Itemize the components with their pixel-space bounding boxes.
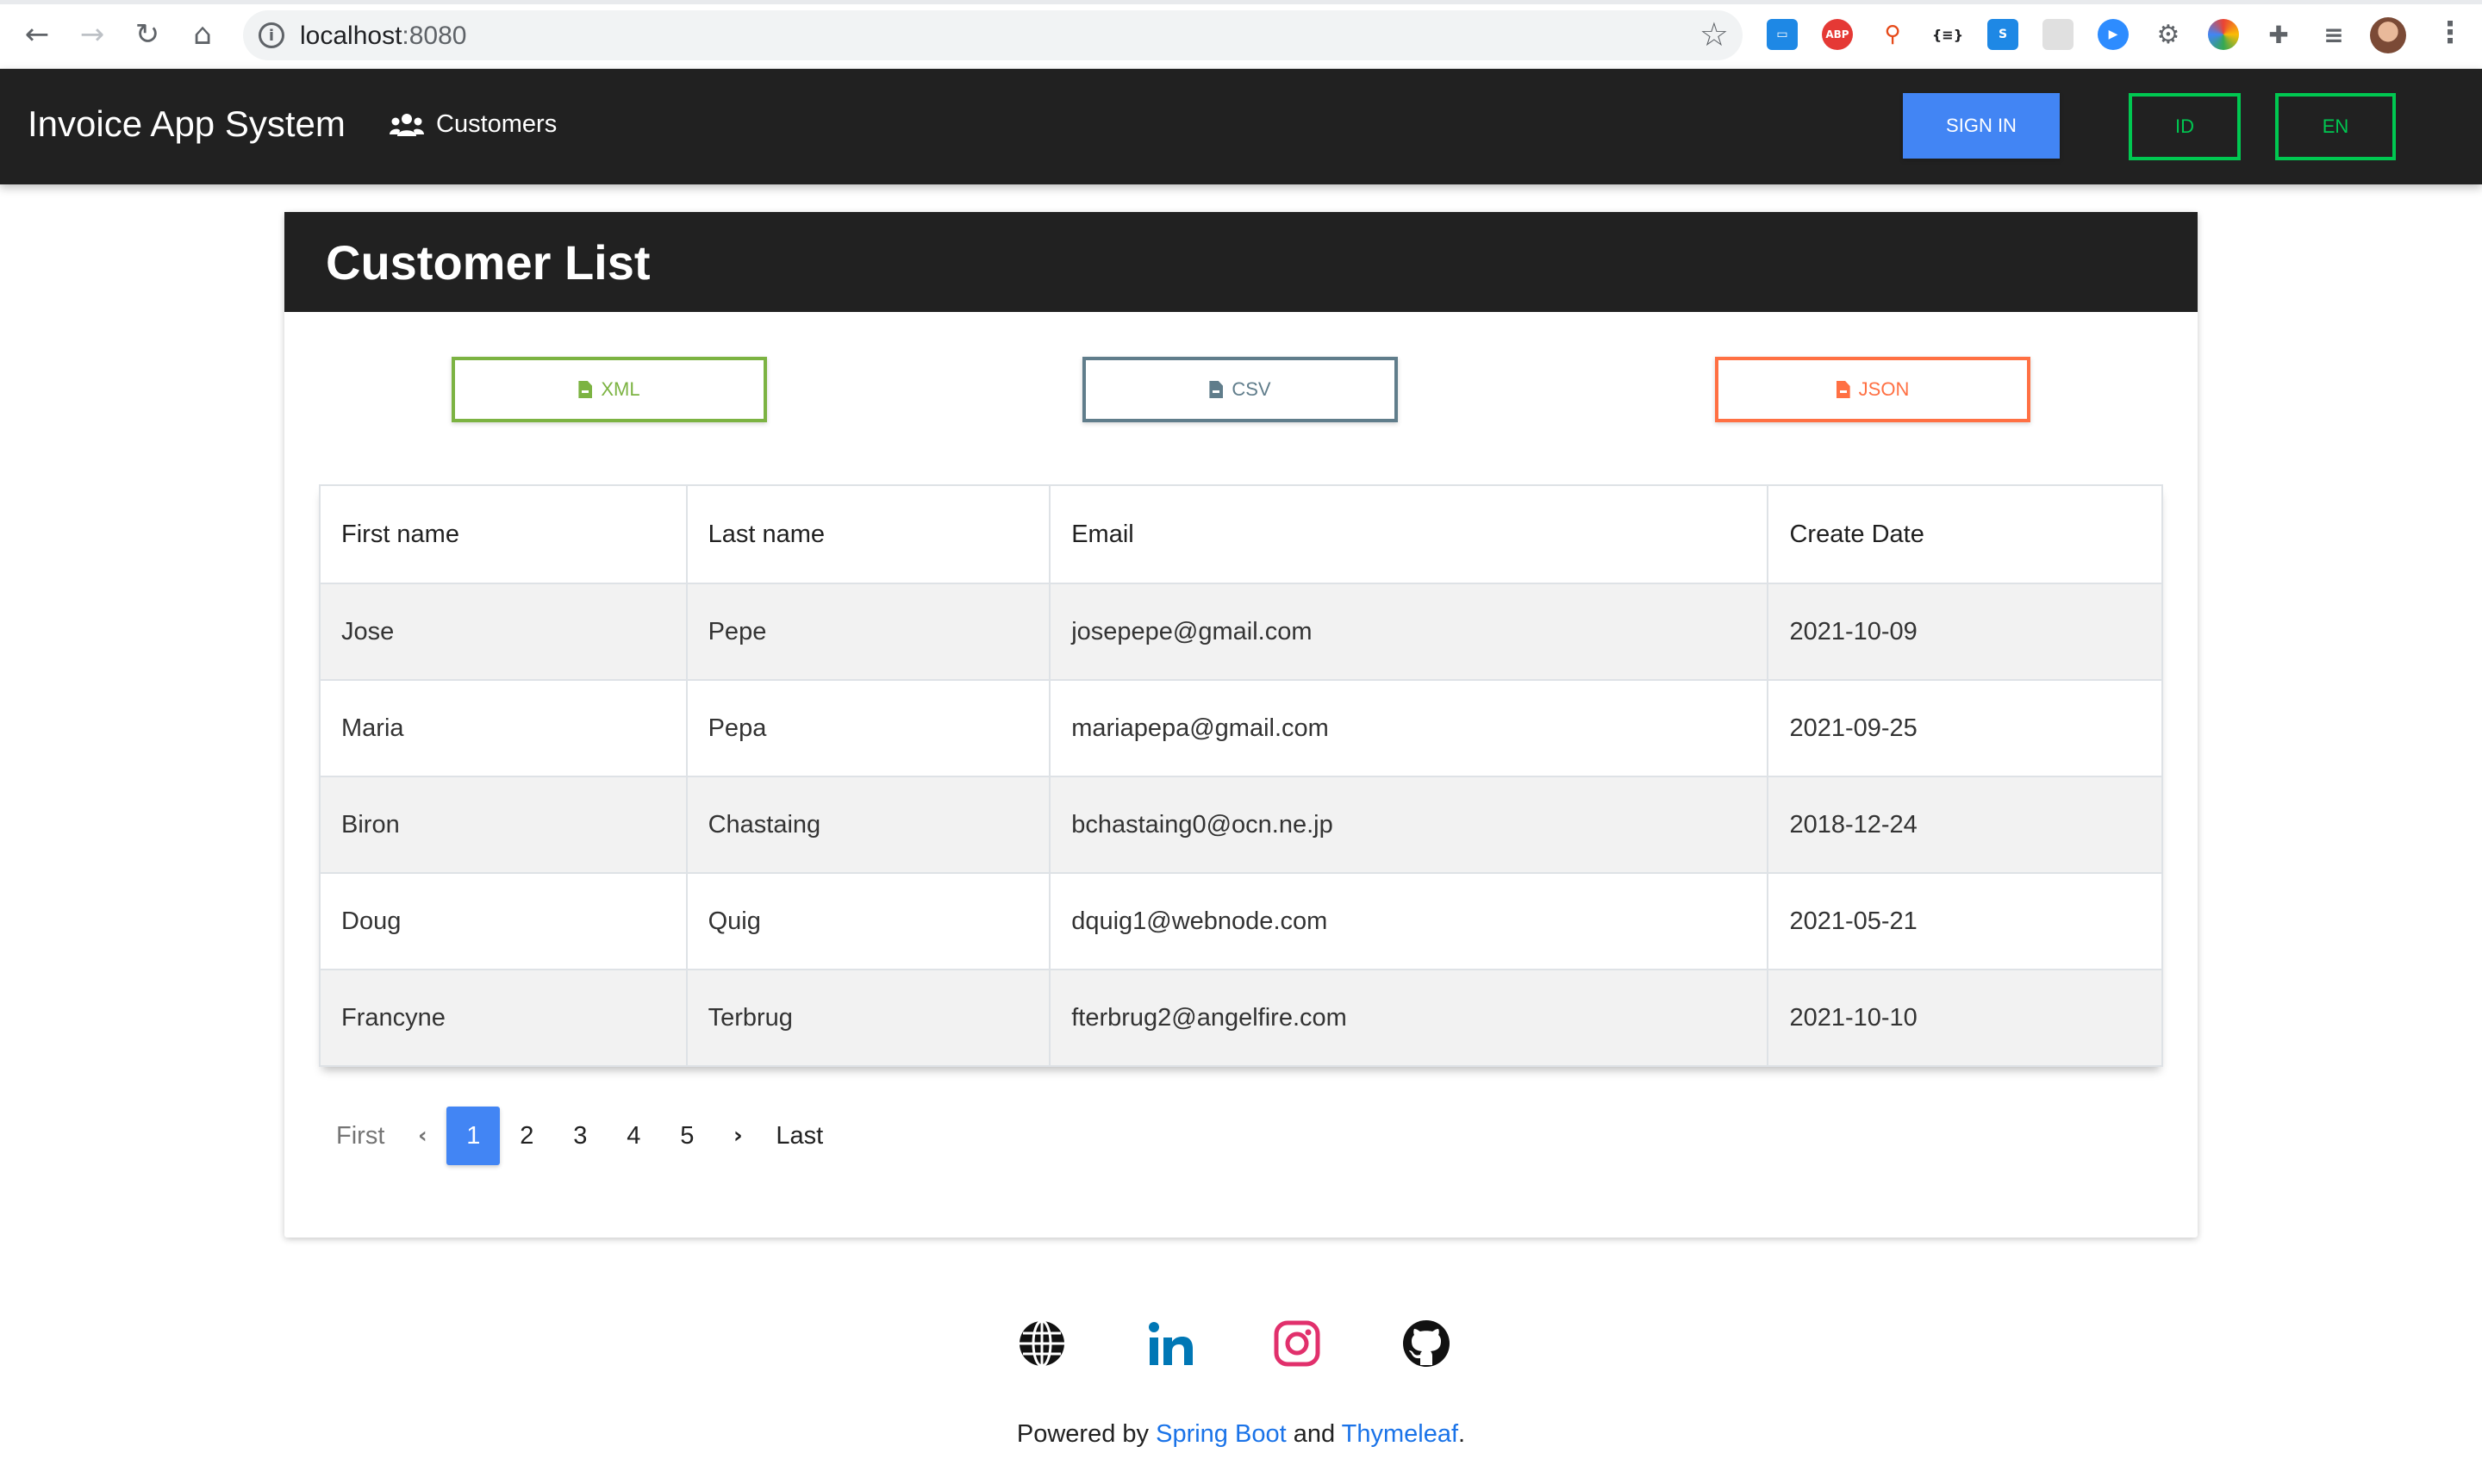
- grey-extension-icon[interactable]: [2042, 19, 2074, 50]
- cell-last-name: Pepa: [685, 679, 1051, 777]
- table-row: Jose Pepe josepepe@gmail.com 2021-10-09: [319, 583, 2163, 681]
- github-icon[interactable]: [1401, 1319, 1451, 1369]
- zoom-extension-icon[interactable]: ▶: [2098, 19, 2129, 50]
- cell-create-date: 2018-12-24: [1767, 776, 2163, 874]
- gear-extension-icon[interactable]: ⚙: [2153, 19, 2184, 50]
- cell-first-name: Francyne: [319, 969, 688, 1067]
- column-header-create-date[interactable]: Create Date: [1767, 484, 2163, 584]
- table-row: Francyne Terbrug fterbrug2@angelfire.com…: [319, 969, 2163, 1067]
- extension-screen-icon[interactable]: ▭: [1767, 19, 1798, 50]
- browser-toolbar: ← → ↻ ⌂ i localhost:8080 ☆ ▭ ABP ⚲ {≡} S…: [0, 0, 2482, 69]
- cell-first-name: Doug: [319, 872, 688, 970]
- media-control-icon[interactable]: ≡: [2318, 19, 2349, 50]
- export-csv-label: CSV: [1232, 378, 1271, 400]
- file-json-icon: [1837, 381, 1850, 398]
- customers-table: First name Last name Email Create Date J…: [319, 484, 2163, 1067]
- s-extension-icon[interactable]: S: [1987, 19, 2018, 50]
- tab-strip-edge: [0, 0, 2482, 4]
- address-bar[interactable]: i localhost:8080 ☆: [243, 10, 1743, 60]
- footer-powered-by: Powered by: [1016, 1420, 1150, 1448]
- export-csv-button[interactable]: CSV: [1082, 357, 1398, 422]
- cell-last-name: Chastaing: [685, 776, 1051, 874]
- table-header-row: First name Last name Email Create Date: [319, 484, 2163, 584]
- export-json-button[interactable]: JSON: [1715, 357, 2030, 422]
- cell-first-name: Biron: [319, 776, 688, 874]
- table-row: Maria Pepa mariapepa@gmail.com 2021-09-2…: [319, 679, 2163, 777]
- page-4-button[interactable]: 4: [607, 1107, 660, 1165]
- export-xml-label: XML: [601, 378, 640, 400]
- nav-customers-label: Customers: [436, 110, 558, 138]
- back-icon[interactable]: ←: [17, 15, 57, 54]
- pagination-last[interactable]: Last: [762, 1107, 837, 1165]
- json-extension-icon[interactable]: {≡}: [1932, 19, 1963, 50]
- language-en-button[interactable]: EN: [2275, 93, 2396, 160]
- footer-credits: Powered by Spring Boot and Thymeleaf.: [0, 1420, 2482, 1449]
- site-info-icon[interactable]: i: [259, 22, 284, 48]
- profile-avatar[interactable]: [2370, 17, 2406, 53]
- language-id-button[interactable]: ID: [2129, 93, 2241, 160]
- footer-period: .: [1458, 1420, 1466, 1448]
- reload-icon[interactable]: ↻: [128, 15, 167, 54]
- nav-customers-link[interactable]: Customers: [390, 110, 557, 139]
- column-header-first-name[interactable]: First name: [319, 484, 688, 584]
- export-json-label: JSON: [1858, 378, 1910, 400]
- cell-email: fterbrug2@angelfire.com: [1049, 969, 1769, 1067]
- home-icon[interactable]: ⌂: [183, 15, 222, 54]
- forward-icon[interactable]: →: [72, 15, 112, 54]
- cell-create-date: 2021-10-10: [1767, 969, 2163, 1067]
- cell-email: mariapepa@gmail.com: [1049, 679, 1769, 777]
- page-title: Customer List: [326, 234, 651, 290]
- customer-list-card: Customer List XML CSV JSON First name La…: [284, 212, 2198, 1238]
- page-5-button[interactable]: 5: [660, 1107, 714, 1165]
- card-header: Customer List: [284, 212, 2198, 312]
- file-csv-icon: [1209, 381, 1223, 398]
- cell-last-name: Quig: [685, 872, 1051, 970]
- chevron-left-icon[interactable]: ‹: [398, 1107, 446, 1165]
- users-icon: [390, 113, 424, 136]
- bookmark-star-icon[interactable]: ☆: [1699, 16, 1729, 53]
- url-text[interactable]: localhost:8080: [300, 22, 466, 51]
- cell-create-date: 2021-10-09: [1767, 583, 2163, 681]
- column-header-last-name[interactable]: Last name: [685, 484, 1051, 584]
- page-3-button[interactable]: 3: [553, 1107, 607, 1165]
- extensions-puzzle-icon[interactable]: ✚: [2263, 19, 2294, 50]
- color-picker-icon[interactable]: [2208, 19, 2239, 50]
- cell-create-date: 2021-05-21: [1767, 872, 2163, 970]
- browser-menu-icon[interactable]: ⋮: [2435, 16, 2465, 50]
- cell-email: josepepe@gmail.com: [1049, 583, 1769, 681]
- sign-in-button[interactable]: SIGN IN: [1903, 93, 2060, 159]
- thymeleaf-link[interactable]: Thymeleaf: [1342, 1420, 1458, 1448]
- linkedin-icon[interactable]: [1146, 1319, 1196, 1369]
- cell-create-date: 2021-09-25: [1767, 679, 2163, 777]
- cell-first-name: Jose: [319, 583, 688, 681]
- spring-boot-link[interactable]: Spring Boot: [1156, 1420, 1287, 1448]
- cell-last-name: Terbrug: [685, 969, 1051, 1067]
- page-2-button[interactable]: 2: [500, 1107, 553, 1165]
- app-navbar: Invoice App System Customers SIGN IN ID …: [0, 69, 2482, 184]
- pagination-first[interactable]: First: [322, 1107, 398, 1165]
- export-xml-button[interactable]: XML: [452, 357, 767, 422]
- pagination: First ‹ 1 2 3 4 5 › Last: [322, 1107, 837, 1165]
- chevron-right-icon[interactable]: ›: [714, 1107, 762, 1165]
- brand-title[interactable]: Invoice App System: [28, 103, 346, 145]
- table-row: Biron Chastaing bchastaing0@ocn.ne.jp 20…: [319, 776, 2163, 874]
- cell-first-name: Maria: [319, 679, 688, 777]
- cell-email: bchastaing0@ocn.ne.jp: [1049, 776, 1769, 874]
- cell-email: dquig1@webnode.com: [1049, 872, 1769, 970]
- instagram-icon[interactable]: [1272, 1319, 1322, 1369]
- table-row: Doug Quig dquig1@webnode.com 2021-05-21: [319, 872, 2163, 970]
- sitemap-extension-icon[interactable]: ⚲: [1877, 19, 1908, 50]
- footer-and: and: [1293, 1420, 1336, 1448]
- page-1-button[interactable]: 1: [446, 1107, 501, 1165]
- column-header-email[interactable]: Email: [1049, 484, 1769, 584]
- adblock-icon[interactable]: ABP: [1822, 19, 1853, 50]
- cell-last-name: Pepe: [685, 583, 1051, 681]
- file-xml-icon: [578, 381, 592, 398]
- globe-icon[interactable]: [1017, 1319, 1067, 1369]
